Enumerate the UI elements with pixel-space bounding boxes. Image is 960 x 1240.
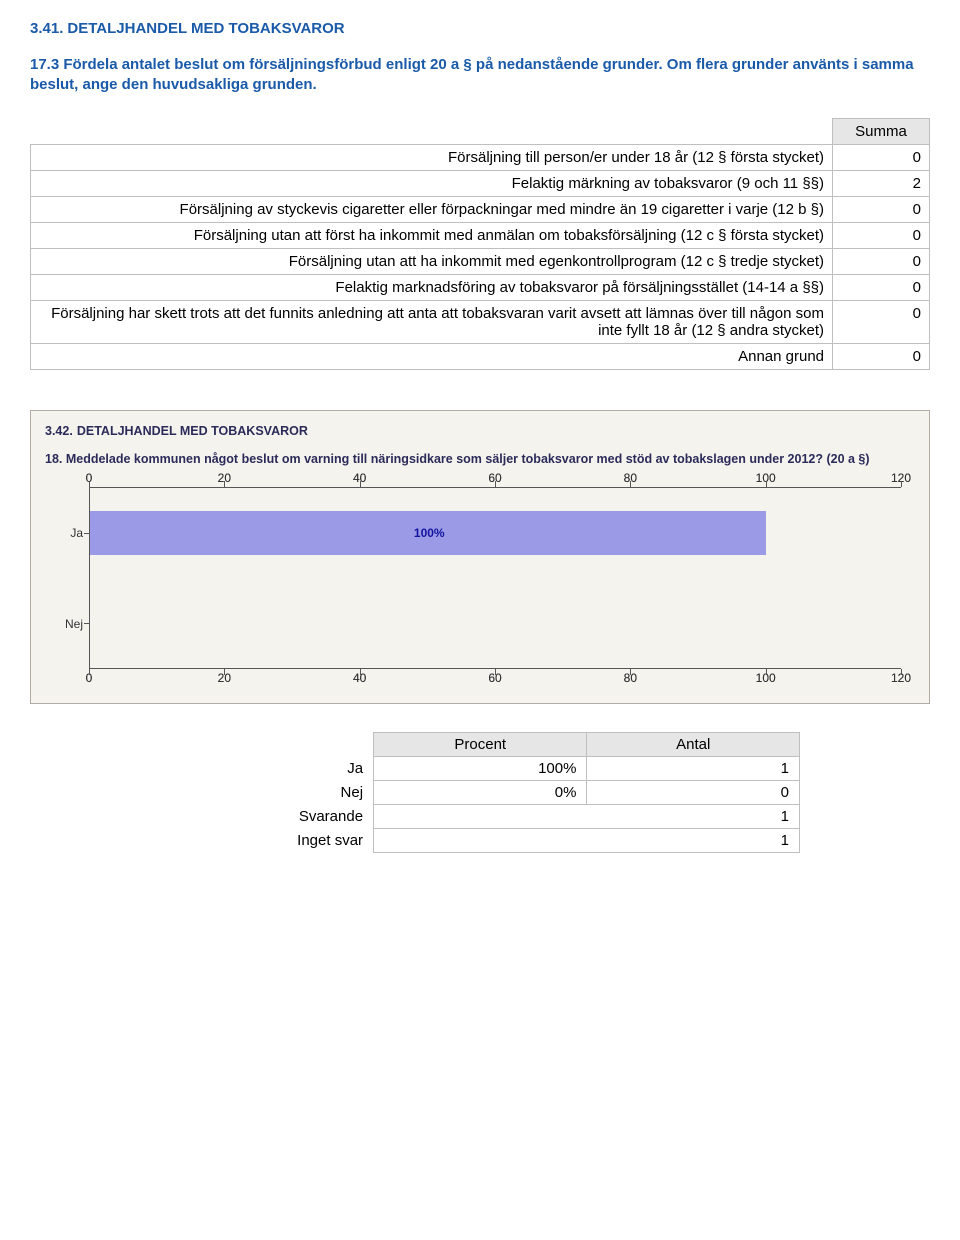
table-row: Annan grund0	[31, 343, 930, 369]
row-value: 0	[833, 144, 930, 170]
row-label: Annan grund	[31, 343, 833, 369]
row-label: Nej	[160, 781, 374, 805]
row-value: 0	[833, 196, 930, 222]
table-row: Försäljning har skett trots att det funn…	[31, 300, 930, 343]
row-value: 0	[833, 222, 930, 248]
row-antal: 1	[374, 805, 800, 829]
result-table: Procent Antal Ja100%1Nej0%0Svarande1Inge…	[160, 732, 800, 853]
row-value: 0	[833, 343, 930, 369]
table-row: Försäljning utan att först ha inkommit m…	[31, 222, 930, 248]
table-row: Försäljning utan att ha inkommit med ege…	[31, 248, 930, 274]
col-header-summa: Summa	[833, 118, 930, 144]
row-value: 0	[833, 274, 930, 300]
row-antal: 0	[587, 781, 800, 805]
section-title: DETALJHANDEL MED TOBAKSVAROR	[77, 424, 308, 438]
row-label: Försäljning utan att ha inkommit med ege…	[31, 248, 833, 274]
col-header-antal: Antal	[587, 733, 800, 757]
row-label: Försäljning har skett trots att det funn…	[31, 300, 833, 343]
row-procent: 100%	[374, 757, 587, 781]
row-antal: 1	[587, 757, 800, 781]
row-label: Svarande	[160, 805, 374, 829]
plot-area: 100%	[89, 487, 901, 669]
row-procent: 0%	[374, 781, 587, 805]
y-axis-label: Ja	[49, 526, 83, 540]
row-value: 0	[833, 248, 930, 274]
section-number: 3.42.	[45, 424, 73, 438]
table-row: Försäljning till person/er under 18 år (…	[31, 144, 930, 170]
table-row: Felaktig marknadsföring av tobaksvaror p…	[31, 274, 930, 300]
summary-table: Summa Försäljning till person/er under 1…	[30, 118, 930, 370]
row-value: 0	[833, 300, 930, 343]
row-label: Försäljning av styckevis cigaretter elle…	[31, 196, 833, 222]
row-label: Felaktig marknadsföring av tobaksvaror p…	[31, 274, 833, 300]
section-number: 3.41.	[30, 20, 63, 37]
section-title: DETALJHANDEL MED TOBAKSVAROR	[67, 20, 344, 37]
row-label: Felaktig märkning av tobaksvaror (9 och …	[31, 170, 833, 196]
table-row: Svarande1	[160, 805, 800, 829]
row-label: Ja	[160, 757, 374, 781]
section-heading: 3.41. DETALJHANDEL MED TOBAKSVAROR	[30, 20, 930, 37]
question-text: 17.3 Fördela antalet beslut om försäljni…	[30, 55, 930, 96]
table-row: Försäljning av styckevis cigaretter elle…	[31, 196, 930, 222]
row-label: Försäljning utan att först ha inkommit m…	[31, 222, 833, 248]
chart-panel: 3.42. DETALJHANDEL MED TOBAKSVAROR 18. M…	[30, 410, 930, 705]
row-label: Försäljning till person/er under 18 år (…	[31, 144, 833, 170]
question-text: 18. Meddelade kommunen något beslut om v…	[45, 451, 915, 468]
row-label: Inget svar	[160, 829, 374, 853]
table-row: Nej0%0	[160, 781, 800, 805]
bar-value-label: 100%	[414, 526, 445, 540]
row-value: 2	[833, 170, 930, 196]
row-antal: 1	[374, 829, 800, 853]
col-header-procent: Procent	[374, 733, 587, 757]
table-row: Ja100%1	[160, 757, 800, 781]
y-axis-label: Nej	[49, 617, 83, 631]
table-row: Inget svar1	[160, 829, 800, 853]
table-row: Felaktig märkning av tobaksvaror (9 och …	[31, 170, 930, 196]
bar-chart: 100% JaNej 00202040406060808010010012012…	[49, 473, 911, 683]
